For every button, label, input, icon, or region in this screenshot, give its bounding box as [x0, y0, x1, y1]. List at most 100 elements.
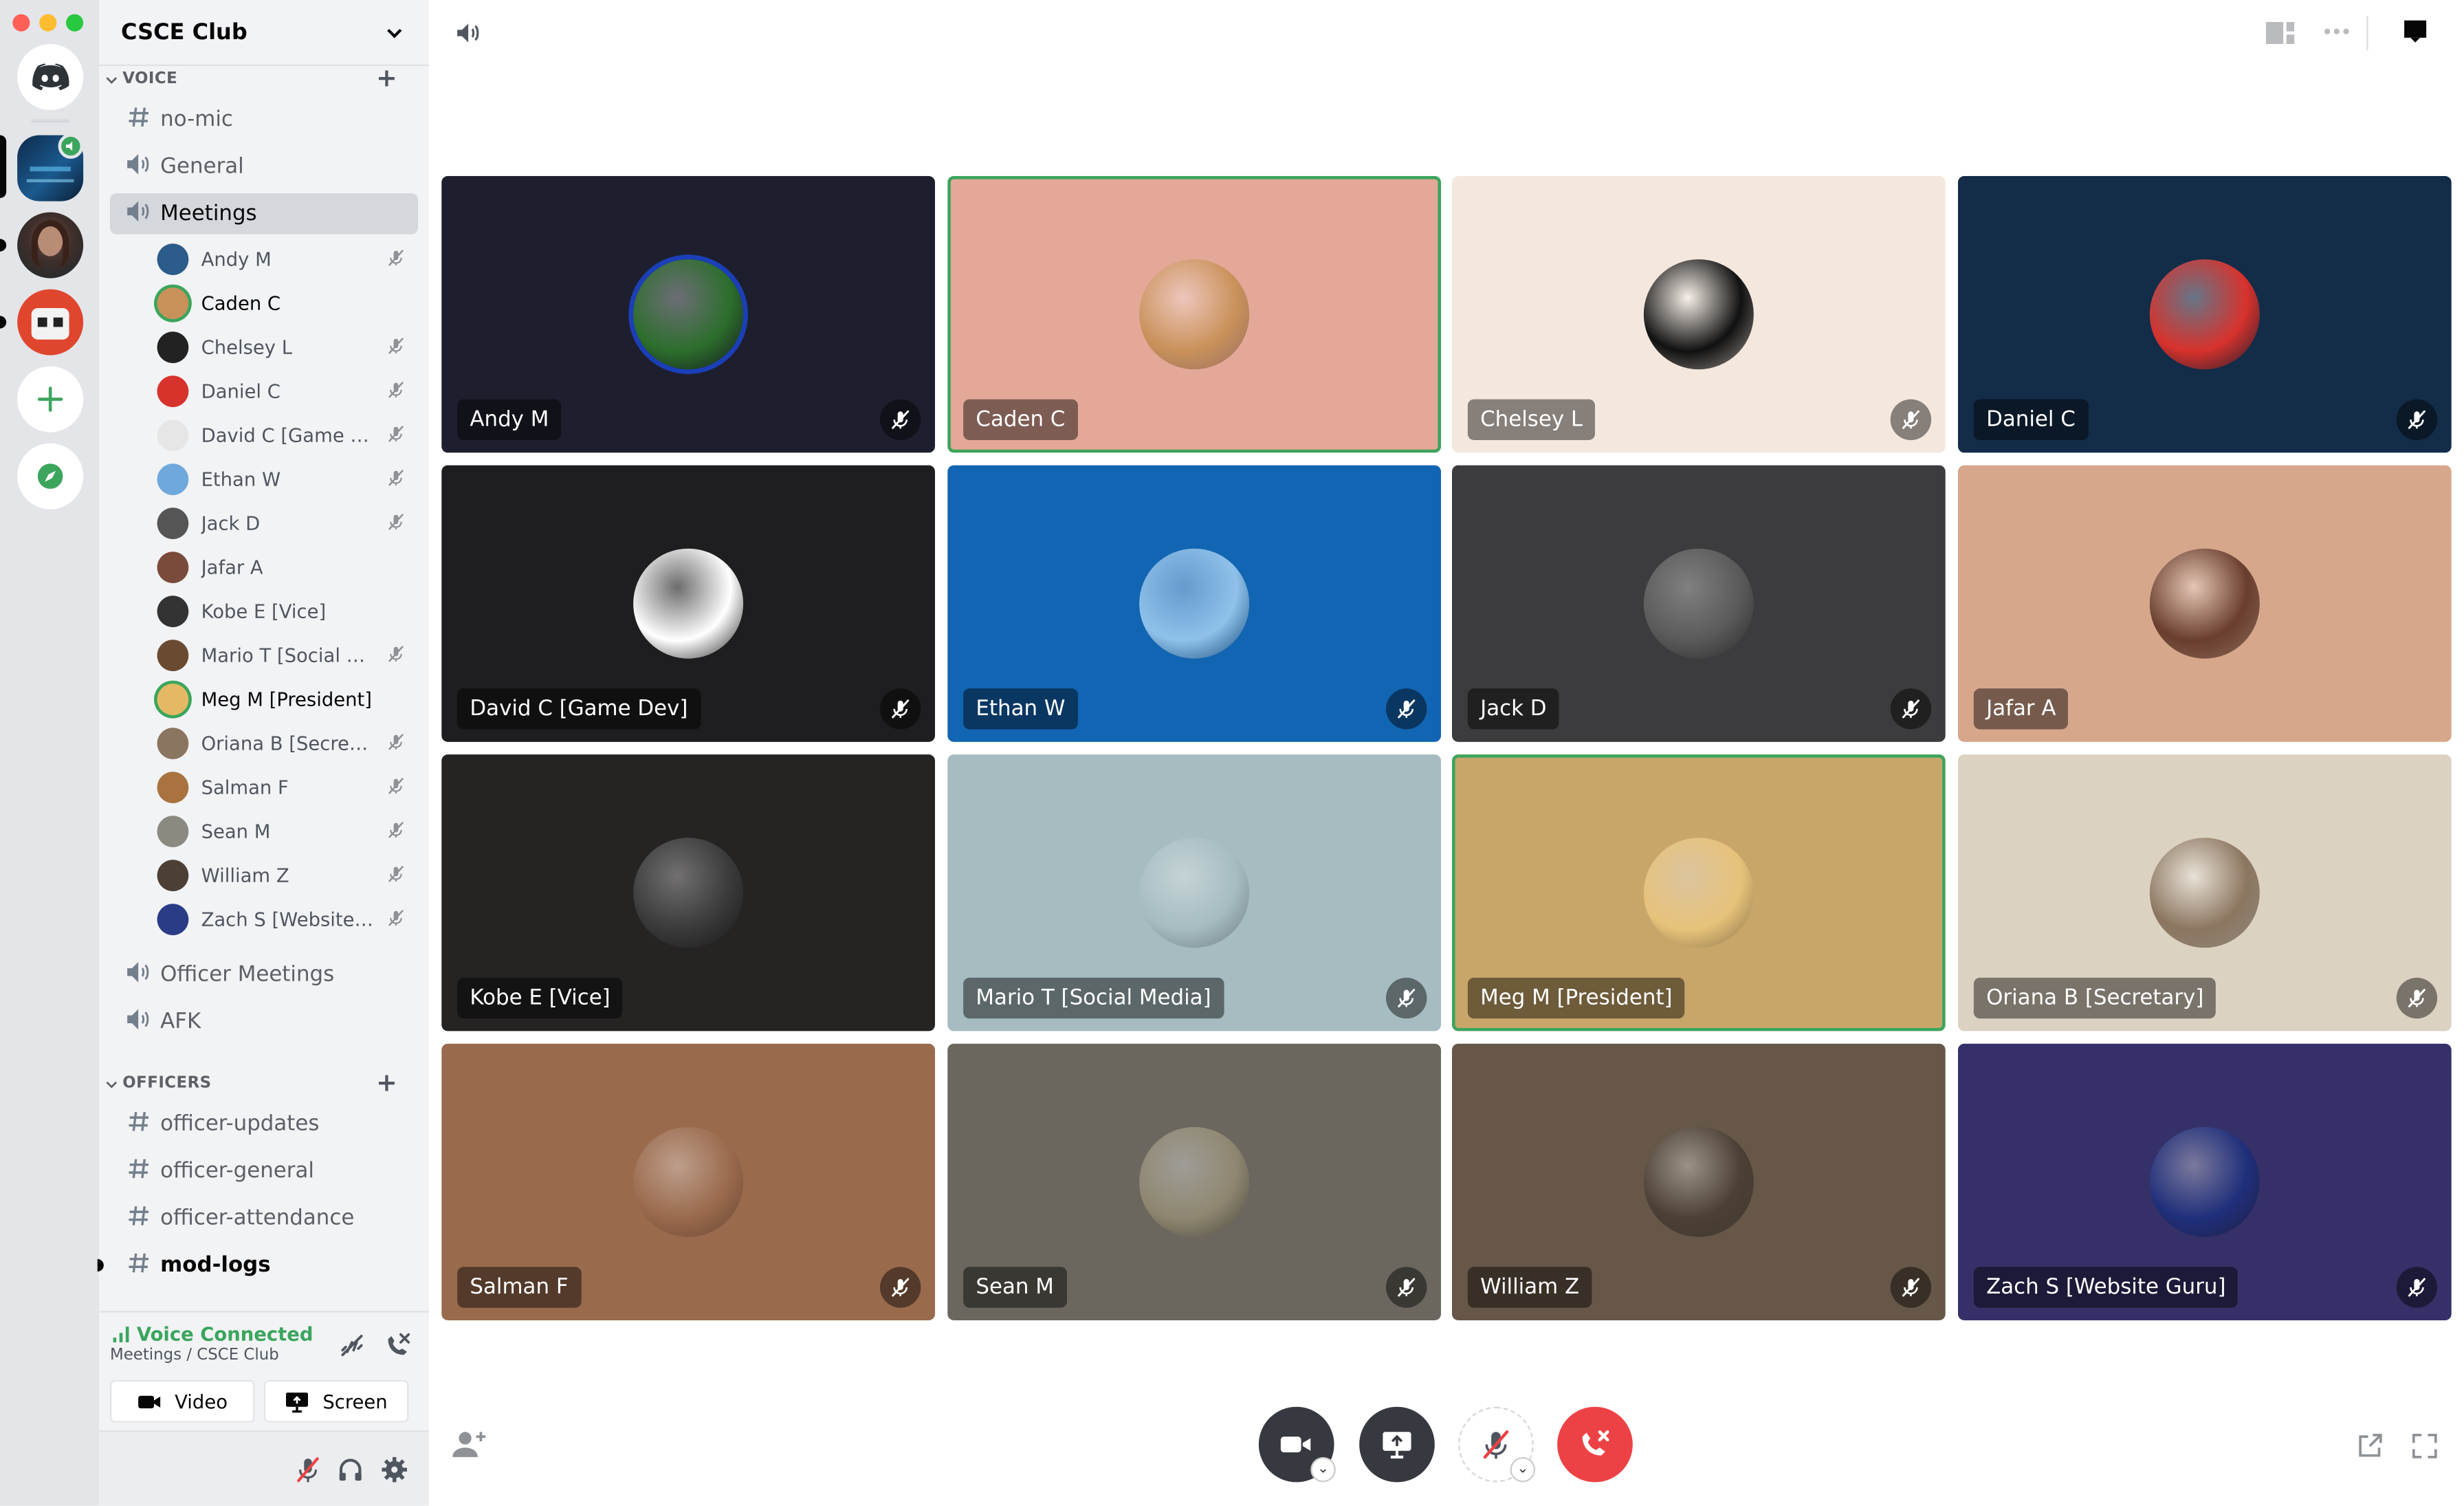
disconnect-button[interactable]	[1557, 1406, 1633, 1483]
participant-avatar	[2149, 838, 2260, 948]
channel-officer-attendance[interactable]: officer-attendance	[110, 1198, 418, 1238]
voice-user[interactable]: Sean M	[157, 813, 418, 851]
voice-user[interactable]: David C [Game Dev]	[157, 417, 418, 455]
channel-label: AFK	[160, 1009, 201, 1034]
voice-status[interactable]: Voice Connected	[111, 1324, 313, 1346]
participant-tile[interactable]: Jafar A	[1957, 465, 2452, 742]
mic-muted-icon	[1890, 688, 1932, 730]
voice-user[interactable]: Andy M	[157, 241, 418, 279]
participant-avatar	[1643, 548, 1754, 659]
fullscreen-icon[interactable]	[2410, 1432, 2439, 1460]
mic-muted-icon	[2396, 399, 2438, 440]
participant-tile[interactable]: Oriana B [Secretary]	[1957, 754, 2452, 1032]
channel-officer-meetings[interactable]: Officer Meetings	[110, 954, 418, 994]
participant-name-label: David C [Game Dev]	[457, 688, 701, 730]
participant-name-label: Jack D	[1467, 688, 1559, 730]
mic-options-chevron-icon[interactable]: ⌄	[1510, 1456, 1536, 1483]
add-server-button[interactable]	[17, 366, 84, 433]
create-channel-icon[interactable]: +	[376, 65, 397, 91]
disconnect-icon[interactable]	[382, 1330, 413, 1362]
voice-user[interactable]: Caden C	[157, 285, 418, 323]
noise-suppression-icon[interactable]	[338, 1331, 366, 1360]
add-person-icon[interactable]	[452, 1429, 487, 1461]
server-portrait-icon[interactable]	[17, 212, 84, 279]
mic-muted-icon	[386, 908, 405, 931]
server-header[interactable]: CSCE Club	[98, 0, 429, 66]
voice-user[interactable]: William Z	[157, 857, 418, 895]
participant-tile[interactable]: Caden C	[947, 175, 1441, 453]
participant-tile[interactable]: Chelsey L	[1451, 175, 1946, 453]
category-voice[interactable]: VOICE +	[105, 65, 419, 90]
participant-name-label: Zach S [Website Guru]	[1973, 1267, 2238, 1308]
server-robot-icon[interactable]	[17, 289, 84, 356]
participant-tile[interactable]: Andy M	[441, 175, 935, 453]
server-rail	[0, 0, 99, 1506]
user-panel	[98, 1430, 429, 1506]
participant-tile[interactable]: William Z	[1451, 1043, 1946, 1320]
voice-user[interactable]: Jack D	[157, 505, 418, 543]
voice-location-label[interactable]: Meetings / CSCE Club	[110, 1347, 279, 1364]
mic-muted-icon	[2396, 977, 2438, 1019]
avatar	[157, 508, 189, 539]
close-window-button[interactable]	[12, 14, 30, 32]
voice-user[interactable]: Zach S [Website G...	[157, 901, 418, 939]
channel-label: officer-general	[160, 1158, 314, 1184]
channel-mod-logs[interactable]: mod-logs	[97, 1245, 418, 1285]
channel-officer-updates[interactable]: officer-updates	[110, 1104, 418, 1144]
category-officers[interactable]: OFFICERS +	[105, 1069, 419, 1095]
grid-layout-icon[interactable]	[2265, 21, 2296, 46]
voice-user[interactable]: Kobe E [Vice]	[157, 593, 418, 631]
participant-tile[interactable]: Meg M [President]	[1451, 754, 1946, 1032]
participant-name-label: Oriana B [Secretary]	[1973, 977, 2216, 1019]
video-button[interactable]: Video	[109, 1379, 255, 1423]
channel-afk[interactable]: AFK	[110, 1001, 418, 1042]
camera-icon	[1280, 1437, 1311, 1452]
chat-icon[interactable]	[2403, 19, 2428, 44]
participant-tile[interactable]: Zach S [Website Guru]	[1957, 1043, 2452, 1320]
participant-tile[interactable]: Salman F	[441, 1043, 935, 1320]
text-channel-icon	[128, 1205, 148, 1225]
screen-share-toggle-button[interactable]	[1359, 1406, 1435, 1483]
participant-tile[interactable]: Jack D	[1451, 465, 1946, 742]
participant-name-label: Jafar A	[1973, 688, 2069, 730]
avatar	[157, 860, 189, 891]
pop-out-icon[interactable]	[2355, 1432, 2384, 1460]
participant-tile[interactable]: Ethan W	[947, 465, 1441, 742]
create-channel-icon[interactable]: +	[376, 1069, 397, 1096]
camera-options-chevron-icon[interactable]: ⌄	[1310, 1456, 1336, 1483]
minimize-window-button[interactable]	[39, 14, 57, 32]
zoom-window-button[interactable]	[65, 14, 84, 32]
voice-user[interactable]: Daniel C	[157, 373, 418, 411]
settings-gear-icon[interactable]	[380, 1456, 408, 1484]
participant-tile[interactable]: Mario T [Social Media]	[947, 754, 1441, 1032]
mic-muted-icon[interactable]	[294, 1456, 322, 1484]
voice-user[interactable]: Oriana B [Secretary]	[157, 725, 418, 763]
discord-home-button[interactable]	[17, 43, 84, 110]
screen-share-button[interactable]: Screen	[263, 1379, 409, 1423]
voice-user-name: William Z	[201, 864, 289, 887]
voice-user[interactable]: Salman F	[157, 769, 418, 807]
voice-user[interactable]: Jafar A	[157, 549, 418, 587]
voice-user[interactable]: Mario T [Social Me...	[157, 637, 418, 675]
channel-general[interactable]: General	[110, 146, 418, 187]
voice-user-name: Daniel C	[201, 380, 280, 403]
explore-servers-button[interactable]	[17, 443, 84, 510]
participant-tile[interactable]: David C [Game Dev]	[441, 465, 935, 742]
participant-tile[interactable]: Kobe E [Vice]	[441, 754, 935, 1032]
channel-no-mic[interactable]: no-mic	[110, 99, 418, 140]
channel-officer-general[interactable]: officer-general	[110, 1150, 418, 1191]
participant-tile[interactable]: Daniel C	[1957, 175, 2452, 453]
voice-user[interactable]: Meg M [President]	[157, 681, 418, 719]
mic-muted-icon	[1385, 1267, 1427, 1308]
voice-user-name: Mario T [Social Me...	[201, 644, 374, 667]
voice-user[interactable]: Ethan W	[157, 461, 418, 499]
mic-muted-icon	[386, 468, 405, 491]
more-options-icon[interactable]	[2322, 25, 2351, 38]
voice-user-name: Jack D	[201, 512, 261, 535]
headphones-icon[interactable]	[336, 1456, 364, 1484]
mic-muted-icon	[386, 864, 405, 887]
voice-user[interactable]: Chelsey L	[157, 329, 418, 367]
participant-tile[interactable]: Sean M	[947, 1043, 1441, 1320]
channel-meetings[interactable]: Meetings	[109, 193, 418, 234]
voice-user-name: Meg M [President]	[201, 688, 372, 711]
